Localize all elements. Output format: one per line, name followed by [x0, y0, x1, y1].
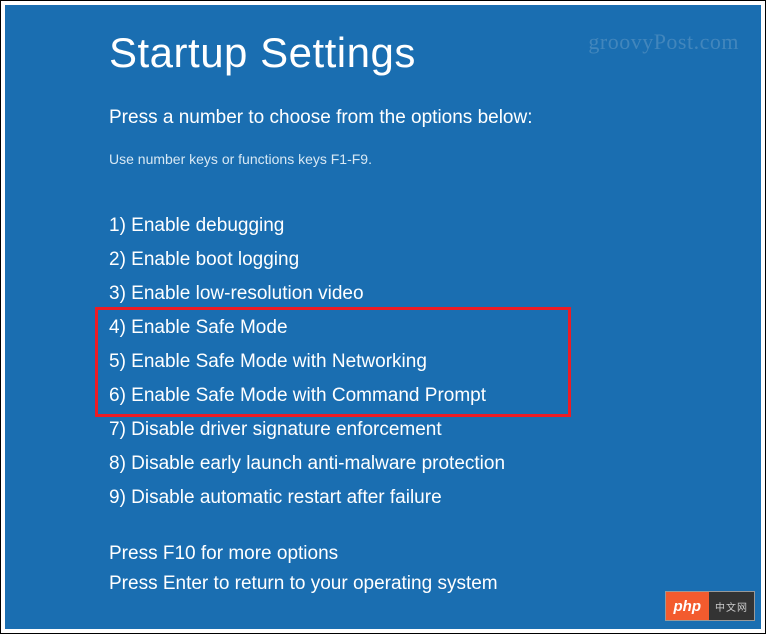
watermark-php: php 中文网: [665, 591, 756, 621]
options-list: 1) Enable debugging 2) Enable boot loggi…: [109, 209, 657, 515]
footer-instructions: Press F10 for more options Press Enter t…: [109, 539, 498, 599]
option-5-safe-mode-networking[interactable]: 5) Enable Safe Mode with Networking: [109, 345, 657, 379]
option-8-disable-antimalware[interactable]: 8) Disable early launch anti-malware pro…: [109, 447, 657, 481]
watermark-php-label: php: [666, 592, 710, 620]
footer-f10: Press F10 for more options: [109, 539, 498, 569]
footer-enter: Press Enter to return to your operating …: [109, 569, 498, 599]
window-frame: groovyPost.com Startup Settings Press a …: [0, 0, 766, 634]
hint-text: Use number keys or functions keys F1-F9.: [109, 151, 657, 167]
instruction-text: Press a number to choose from the option…: [109, 107, 657, 129]
option-7-disable-driver-sig[interactable]: 7) Disable driver signature enforcement: [109, 413, 657, 447]
option-2-boot-logging[interactable]: 2) Enable boot logging: [109, 243, 657, 277]
option-1-debugging[interactable]: 1) Enable debugging: [109, 209, 657, 243]
option-4-safe-mode[interactable]: 4) Enable Safe Mode: [109, 311, 657, 345]
page-title: Startup Settings: [109, 29, 657, 77]
watermark-groovypost: groovyPost.com: [588, 29, 739, 55]
option-6-safe-mode-cmd[interactable]: 6) Enable Safe Mode with Command Prompt: [109, 379, 657, 413]
startup-settings-screen: groovyPost.com Startup Settings Press a …: [5, 5, 761, 629]
option-9-disable-auto-restart[interactable]: 9) Disable automatic restart after failu…: [109, 481, 657, 515]
option-3-low-res-video[interactable]: 3) Enable low-resolution video: [109, 277, 657, 311]
watermark-cn-label: 中文网: [709, 592, 754, 620]
